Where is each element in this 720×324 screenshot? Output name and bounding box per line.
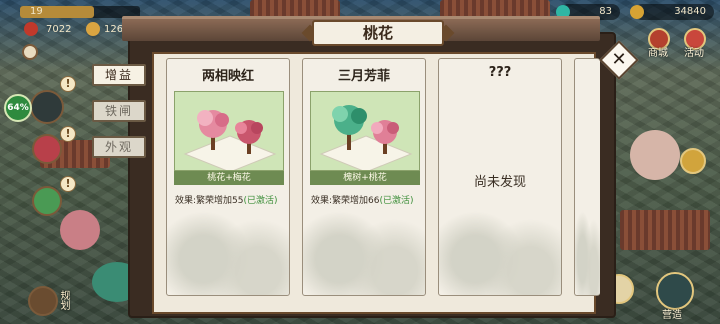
ink-wash-decoration [167, 175, 289, 295]
combo-card-partial[interactable] [574, 58, 600, 296]
panel-title: 桃花 [312, 20, 444, 46]
close-icon[interactable]: ✕ [605, 46, 633, 74]
ink-wash-decoration [439, 175, 561, 295]
coin-stack-icon[interactable] [680, 148, 706, 174]
card-title: 三月芳菲 [337, 69, 390, 84]
population-icon [86, 22, 100, 36]
gem-count: 83 [599, 6, 612, 17]
card-title: 两相映红 [201, 69, 254, 84]
side-arrow-button[interactable] [22, 44, 38, 60]
ink-wash-decoration [303, 175, 425, 295]
tree [630, 130, 680, 180]
alert-icon[interactable]: ! [60, 126, 76, 142]
plan-button[interactable] [28, 286, 58, 316]
stat1-text: 7022 [46, 24, 72, 35]
stat2-text: 126 [104, 24, 124, 35]
character-button[interactable] [32, 186, 62, 216]
tree-combo-illustration [319, 105, 413, 170]
combo-card[interactable]: 三月芳菲 槐树+桃花 效果:繁荣增加66(已激活) [302, 58, 426, 296]
alert-icon[interactable]: ! [60, 176, 76, 192]
tab-appearance[interactable]: 外观 [92, 136, 146, 158]
card-image [174, 91, 284, 171]
tab-buff[interactable]: 增益 [92, 64, 146, 86]
card-image [310, 91, 420, 171]
combo-card[interactable]: 两相映红 桃花+梅花 效果:繁荣增加55(已激活) [166, 58, 290, 296]
prosperity-icon [24, 22, 38, 36]
avatar-button[interactable] [30, 90, 64, 124]
shop-label[interactable]: 商城 [648, 44, 668, 59]
plan-label: 规划 [58, 290, 69, 310]
combo-card-locked[interactable]: ??? 尚未发现 [438, 58, 562, 296]
ink-wash-decoration [575, 175, 600, 295]
level-text: 19 [30, 6, 43, 17]
event-label[interactable]: 活动 [684, 44, 704, 59]
building-roof [620, 210, 710, 250]
build-icon[interactable] [656, 272, 694, 310]
coin-count: 34840 [674, 6, 706, 17]
tab-gate[interactable]: 铁闸 [92, 100, 146, 122]
tree-combo-illustration [183, 110, 277, 170]
coin-icon [630, 5, 644, 19]
alert-icon[interactable]: ! [60, 76, 76, 92]
coin-counter[interactable]: 34840 [630, 4, 714, 20]
build-label[interactable]: 营造 [662, 306, 682, 321]
percent-badge[interactable]: 64% [4, 94, 32, 122]
tree [60, 210, 100, 250]
building-button[interactable] [32, 134, 62, 164]
card-title: ??? [488, 65, 512, 80]
